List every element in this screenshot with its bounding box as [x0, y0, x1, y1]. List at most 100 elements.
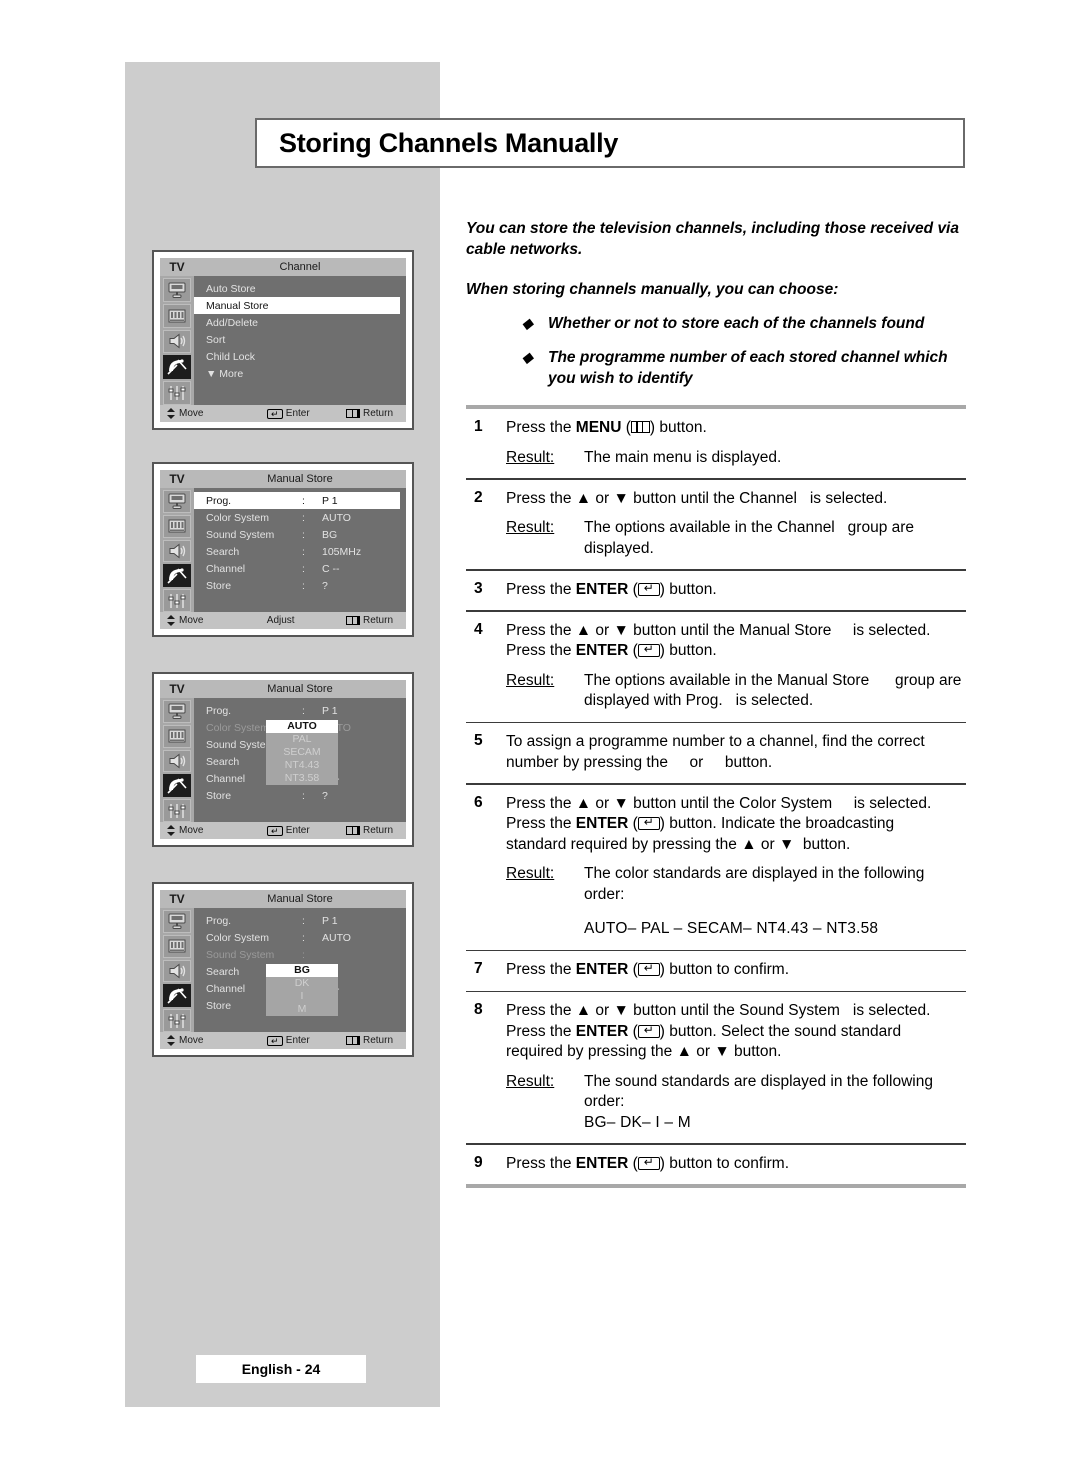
step-4-key: ENTER — [575, 642, 629, 659]
osd-menu-item-label: Child Lock — [206, 350, 256, 363]
osd-setting-row[interactable]: Sound System : BG — [194, 526, 406, 543]
step-9-text-before: Press the — [506, 1154, 576, 1172]
color-system-dropdown[interactable]: AUTO PAL SECAM NT4.43 NT3.58 — [266, 720, 338, 785]
dropdown-option[interactable]: NT4.43 — [266, 759, 338, 772]
setup-sliders-icon[interactable] — [163, 799, 191, 822]
step-4-number: 4 — [474, 620, 483, 638]
picture-bars-icon[interactable] — [163, 934, 191, 958]
osd-panel-1-footer: Move ↵ Enter Return — [160, 405, 406, 422]
step-1-text-after: ) button. — [649, 419, 707, 436]
osd-icon-rail — [160, 276, 194, 405]
picture-monitor-icon[interactable] — [163, 278, 191, 302]
step-1-text-before: Press the — [506, 419, 576, 436]
enter-button-icon: ↵ — [266, 408, 283, 419]
osd-setting-row[interactable]: Channel : C -- — [194, 560, 406, 577]
osd-colon: : — [302, 704, 305, 717]
speaker-sound-icon[interactable] — [163, 329, 191, 354]
step-8-number: 8 — [474, 1001, 483, 1018]
dropdown-option[interactable]: PAL — [266, 733, 338, 746]
osd-footer-move-label: Move — [179, 615, 204, 626]
step-1-result-label: Result: — [506, 448, 555, 466]
step-5: 5 To assign a programme number to a chan… — [466, 723, 966, 783]
dropdown-option-selected[interactable]: BG — [266, 964, 338, 977]
speaker-sound-icon[interactable] — [163, 539, 191, 563]
step-9-text-after: ) button to confirm. — [659, 1154, 790, 1172]
step-2-result-text: The options available in the Channel gro… — [584, 519, 919, 557]
osd-footer-return: Return — [346, 1035, 406, 1046]
osd-footer-return-label: Return — [363, 825, 394, 836]
osd-setting-row[interactable]: Store : ? — [194, 577, 406, 594]
satellite-dish-channel-icon[interactable] — [163, 774, 191, 798]
intro-paragraph-1: You can store the television channels, i… — [466, 220, 959, 258]
osd-menu-item[interactable]: Sort — [194, 331, 406, 348]
step-4-result-label: Result: — [506, 671, 555, 689]
picture-monitor-icon[interactable] — [163, 490, 191, 513]
intro-bullet-2: ◆ The programme number of each stored ch… — [466, 347, 971, 389]
osd-panel-2-title: Manual Store — [194, 470, 406, 488]
osd-setting-label: Search — [206, 545, 240, 558]
menu-button-icon — [346, 1036, 360, 1045]
osd-setting-row[interactable]: Color System : AUTO — [194, 929, 406, 946]
picture-monitor-icon[interactable] — [163, 700, 191, 723]
osd-setting-row-dimmed[interactable]: Sound System : — [194, 946, 406, 963]
osd-setting-row-selected[interactable]: Prog. : P 1 — [194, 492, 400, 509]
picture-bars-icon[interactable] — [163, 303, 191, 328]
setup-sliders-icon[interactable] — [163, 589, 191, 612]
dropdown-option[interactable]: SECAM — [266, 746, 338, 759]
satellite-dish-channel-icon[interactable] — [163, 984, 191, 1008]
dropdown-option[interactable]: M — [266, 1003, 338, 1016]
osd-menu-item[interactable]: Auto Store — [194, 280, 406, 297]
dropdown-option[interactable]: I — [266, 990, 338, 1003]
osd-menu-item[interactable]: Add/Delete — [194, 314, 406, 331]
osd-footer-enter-label: Enter — [285, 1035, 310, 1046]
osd-menu-item[interactable]: Child Lock — [194, 348, 406, 365]
step-6-key: ENTER — [575, 815, 629, 832]
up-down-arrows-icon — [167, 408, 175, 419]
setup-sliders-icon[interactable] — [163, 381, 191, 405]
osd-panel-4-title: Manual Store — [194, 890, 406, 908]
osd-setting-label: Color System — [206, 931, 270, 944]
satellite-dish-channel-icon[interactable] — [163, 355, 191, 380]
page-footer-box: English - 24 — [196, 1355, 366, 1383]
step-4-line-2-after: ) button. — [659, 642, 717, 659]
picture-bars-icon[interactable] — [163, 724, 191, 748]
picture-bars-icon[interactable] — [163, 514, 191, 538]
osd-setting-label: Color System — [206, 511, 270, 524]
steps-list: 1 Press the MENU () button. Result: The … — [466, 405, 966, 1188]
osd-menu-item-label: Add/Delete — [206, 316, 258, 329]
osd-colon: : — [302, 545, 305, 558]
osd-setting-value: P 1 — [322, 704, 338, 717]
osd-colon: : — [302, 562, 305, 575]
enter-button-icon: ↵ — [637, 962, 660, 976]
speaker-sound-icon[interactable] — [163, 959, 191, 983]
osd-setting-row[interactable]: Color System : AUTO — [194, 509, 406, 526]
osd-tv-label: TV — [160, 680, 194, 698]
osd-menu-item-more[interactable]: ▼ More — [194, 365, 406, 382]
speaker-sound-icon[interactable] — [163, 749, 191, 773]
osd-setting-row[interactable]: Search : 105MHz — [194, 543, 406, 560]
up-down-arrows-icon — [167, 825, 175, 836]
satellite-dish-channel-icon[interactable] — [163, 564, 191, 588]
osd-colon: : — [302, 914, 305, 927]
dropdown-option-selected[interactable]: AUTO — [266, 720, 338, 733]
step-7-key: ENTER — [575, 961, 629, 978]
setup-sliders-icon[interactable] — [163, 1009, 191, 1032]
picture-monitor-icon[interactable] — [163, 910, 191, 933]
osd-footer-enter-label: Enter — [285, 825, 310, 836]
osd-setting-row[interactable]: Store : ? — [194, 787, 406, 804]
intro-block: You can store the television channels, i… — [466, 218, 971, 389]
osd-tv-label: TV — [160, 470, 194, 488]
step-7-text-after: ) button to confirm. — [659, 961, 790, 978]
dropdown-option[interactable]: NT3.58 — [266, 772, 338, 785]
osd-footer-return: Return — [346, 615, 406, 626]
step-7-text-before: Press the — [506, 961, 576, 978]
dropdown-option[interactable]: DK — [266, 977, 338, 990]
sound-system-dropdown[interactable]: BG DK I M — [266, 964, 338, 1016]
osd-menu-item-selected[interactable]: Manual Store — [194, 297, 400, 314]
osd-setting-row[interactable]: Prog. : P 1 — [194, 702, 406, 719]
osd-footer-move-label: Move — [179, 825, 204, 836]
step-6-line-2-before: Press the — [506, 815, 576, 832]
menu-button-icon — [630, 421, 650, 433]
osd-menu-item-label: Sort — [206, 333, 226, 346]
osd-setting-row[interactable]: Prog. : P 1 — [194, 912, 406, 929]
